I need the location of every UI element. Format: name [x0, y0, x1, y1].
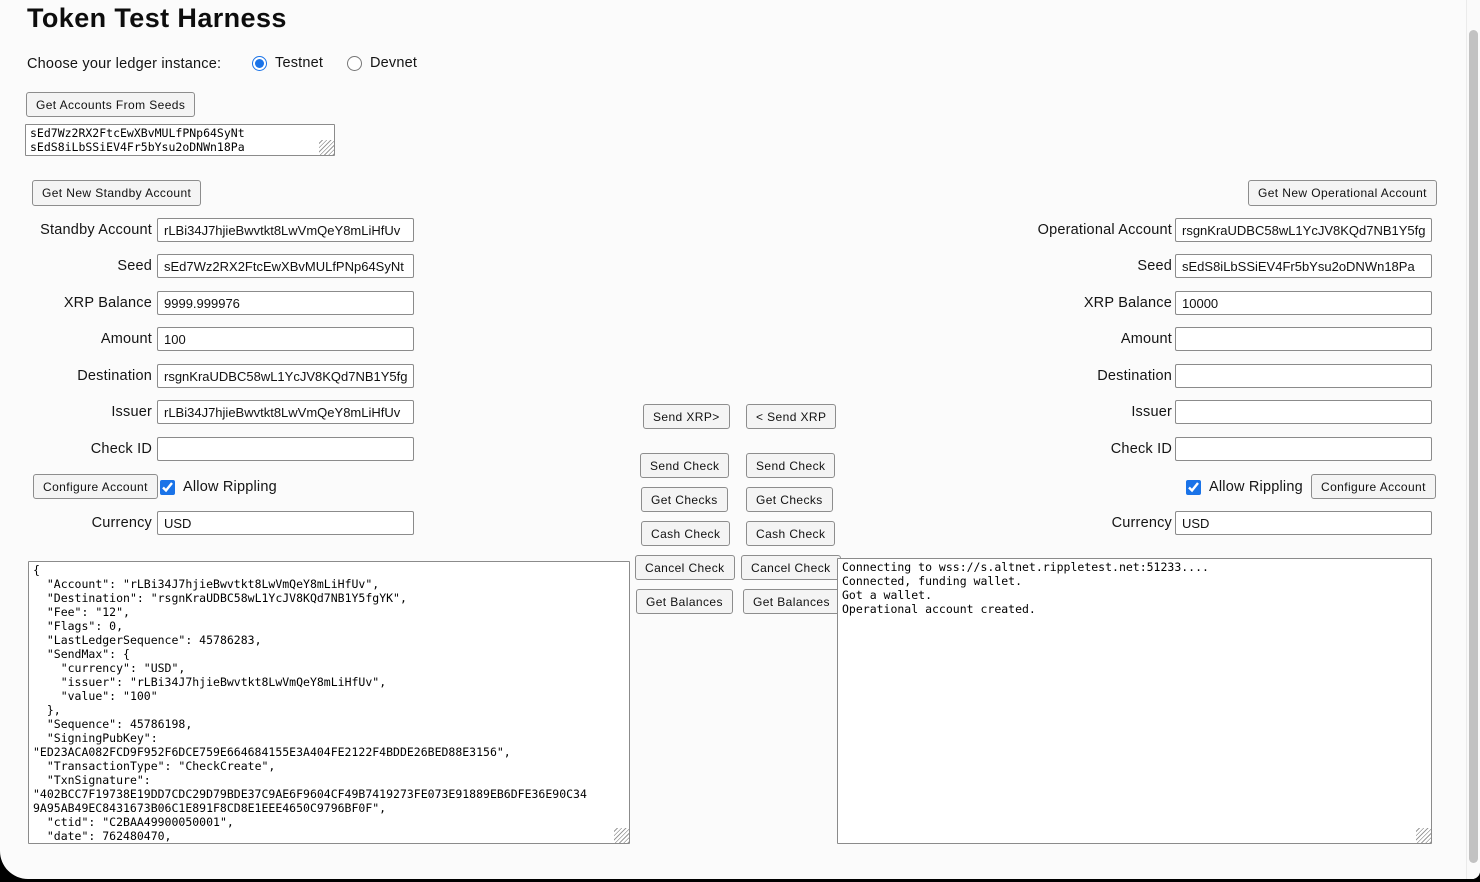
- standby-check-id-input[interactable]: [157, 437, 414, 461]
- standby-cancel-check-button[interactable]: Cancel Check: [635, 555, 735, 580]
- operational-amount-label: Amount: [920, 327, 1172, 351]
- standby-seed-label: Seed: [0, 254, 152, 278]
- operational-seed-label: Seed: [920, 254, 1172, 278]
- get-new-standby-account-button[interactable]: Get New Standby Account: [32, 180, 201, 206]
- standby-results-textarea[interactable]: [28, 561, 630, 844]
- standby-destination-label: Destination: [0, 364, 152, 388]
- operational-results-textarea[interactable]: [837, 558, 1432, 844]
- standby-allow-rippling[interactable]: Allow Rippling: [160, 476, 277, 498]
- operational-cash-check-button[interactable]: Cash Check: [746, 521, 835, 546]
- standby-allow-rippling-checkbox[interactable]: [160, 480, 175, 495]
- standby-account-input[interactable]: [157, 218, 414, 242]
- seeds-textarea[interactable]: [25, 124, 335, 156]
- standby-send-check-button[interactable]: Send Check: [640, 453, 729, 478]
- standby-configure-account-button[interactable]: Configure Account: [33, 474, 158, 499]
- standby-issuer-input[interactable]: [157, 400, 414, 424]
- operational-xrp-balance-input[interactable]: [1175, 291, 1432, 315]
- operational-get-balances-button[interactable]: Get Balances: [743, 589, 840, 614]
- standby-account-label: Standby Account: [0, 218, 152, 242]
- operational-configure-account-button[interactable]: Configure Account: [1311, 474, 1436, 499]
- operational-allow-rippling-label: Allow Rippling: [1209, 479, 1303, 495]
- page-scrollbar-thumb[interactable]: [1469, 30, 1478, 863]
- operational-allow-rippling-checkbox[interactable]: [1186, 480, 1201, 495]
- operational-currency-label: Currency: [920, 511, 1172, 535]
- radio-testnet-input[interactable]: [252, 56, 267, 71]
- radio-devnet-label: Devnet: [370, 55, 417, 71]
- standby-amount-input[interactable]: [157, 327, 414, 351]
- operational-issuer-label: Issuer: [920, 400, 1172, 424]
- operational-xrp-balance-label: XRP Balance: [920, 291, 1172, 315]
- radio-testnet-label: Testnet: [275, 55, 323, 71]
- operational-account-label: Operational Account: [920, 218, 1172, 242]
- radio-testnet[interactable]: Testnet: [252, 52, 323, 74]
- operational-check-id-label: Check ID: [920, 437, 1172, 461]
- operational-check-id-input[interactable]: [1175, 437, 1432, 461]
- operational-seed-input[interactable]: [1175, 254, 1432, 278]
- standby-get-balances-button[interactable]: Get Balances: [636, 589, 733, 614]
- operational-currency-input[interactable]: [1175, 511, 1432, 535]
- standby-seed-input[interactable]: [157, 254, 414, 278]
- token-test-harness-page: Token Test Harness Choose your ledger in…: [0, 0, 1480, 879]
- get-accounts-from-seeds-button[interactable]: Get Accounts From Seeds: [26, 92, 195, 117]
- standby-check-id-label: Check ID: [0, 437, 152, 461]
- operational-get-checks-button[interactable]: Get Checks: [746, 487, 833, 512]
- standby-currency-input[interactable]: [157, 511, 414, 535]
- page-scrollbar[interactable]: [1466, 0, 1480, 879]
- standby-amount-label: Amount: [0, 327, 152, 351]
- operational-account-input[interactable]: [1175, 218, 1432, 242]
- page-title: Token Test Harness: [27, 3, 287, 34]
- get-new-operational-account-button[interactable]: Get New Operational Account: [1248, 180, 1437, 206]
- ledger-instance-label: Choose your ledger instance:: [27, 52, 221, 76]
- operational-allow-rippling[interactable]: Allow Rippling: [1186, 476, 1303, 498]
- radio-devnet[interactable]: Devnet: [347, 52, 417, 74]
- operational-destination-label: Destination: [920, 364, 1172, 388]
- operational-send-check-button[interactable]: Send Check: [746, 453, 835, 478]
- standby-cash-check-button[interactable]: Cash Check: [641, 521, 730, 546]
- standby-destination-input[interactable]: [157, 364, 414, 388]
- operational-amount-input[interactable]: [1175, 327, 1432, 351]
- standby-currency-label: Currency: [0, 511, 152, 535]
- standby-allow-rippling-label: Allow Rippling: [183, 479, 277, 495]
- standby-get-checks-button[interactable]: Get Checks: [641, 487, 728, 512]
- operational-cancel-check-button[interactable]: Cancel Check: [741, 555, 841, 580]
- send-xrp-to-standby-button[interactable]: < Send XRP: [746, 404, 836, 429]
- send-xrp-to-operational-button[interactable]: Send XRP>: [643, 404, 730, 429]
- standby-issuer-label: Issuer: [0, 400, 152, 424]
- radio-devnet-input[interactable]: [347, 56, 362, 71]
- operational-issuer-input[interactable]: [1175, 400, 1432, 424]
- standby-xrp-balance-input[interactable]: [157, 291, 414, 315]
- operational-destination-input[interactable]: [1175, 364, 1432, 388]
- standby-xrp-balance-label: XRP Balance: [0, 291, 152, 315]
